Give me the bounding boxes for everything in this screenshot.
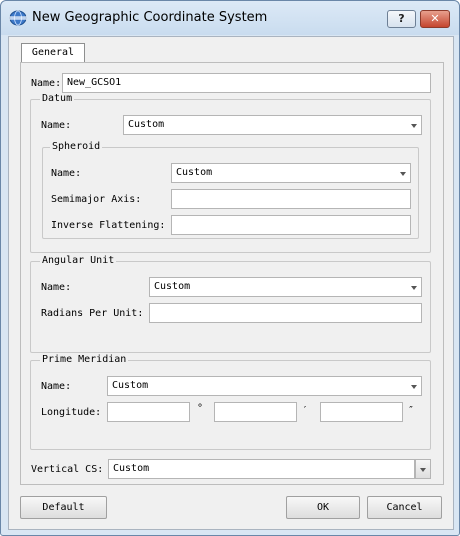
datum-name-value: Custom <box>128 119 165 130</box>
angular-unit-name-value: Custom <box>154 281 191 292</box>
radians-per-unit-input[interactable] <box>149 303 422 323</box>
degrees-symbol: ° <box>197 403 204 414</box>
angular-unit-group-title: Angular Unit <box>40 255 117 267</box>
semimajor-axis-label: Semimajor Axis: <box>51 194 142 205</box>
close-button[interactable]: ✕ <box>420 10 450 28</box>
radians-per-unit-label: Radians Per Unit: <box>41 308 144 319</box>
cancel-button[interactable]: Cancel <box>367 496 442 519</box>
spheroid-name-value: Custom <box>176 167 213 178</box>
longitude-seconds-input[interactable] <box>320 402 403 422</box>
prime-meridian-name-label: Name: <box>41 381 72 392</box>
vertical-cs-label: Vertical CS: <box>31 464 104 475</box>
longitude-label: Longitude: <box>41 407 102 418</box>
seconds-symbol: ″ <box>408 405 415 416</box>
default-button[interactable]: Default <box>20 496 107 519</box>
datum-group-title: Datum <box>40 93 75 105</box>
longitude-minutes-input[interactable] <box>214 402 297 422</box>
chevron-down-icon <box>420 468 426 472</box>
longitude-degrees-input[interactable] <box>107 402 190 422</box>
spheroid-name-label: Name: <box>51 168 82 179</box>
name-label: Name: <box>31 78 62 89</box>
window-title: New Geographic Coordinate System <box>32 10 268 25</box>
spheroid-group-title: Spheroid <box>50 141 103 153</box>
datum-name-label: Name: <box>41 120 72 131</box>
chevron-down-icon <box>411 286 417 290</box>
dialog-window: New Geographic Coordinate System ? ✕ Gen… <box>0 0 460 536</box>
chevron-down-icon <box>411 385 417 389</box>
angular-unit-name-select[interactable]: Custom <box>149 277 422 297</box>
angular-unit-name-label: Name: <box>41 282 72 293</box>
dialog-client: General Name: New_GCSO1 Datum Name: Cust… <box>8 36 454 530</box>
globe-app-icon <box>9 10 27 26</box>
semimajor-axis-input[interactable] <box>171 189 411 209</box>
vertical-cs-select[interactable]: Custom <box>108 459 415 479</box>
spheroid-name-select[interactable]: Custom <box>171 163 411 183</box>
chevron-down-icon <box>400 172 406 176</box>
help-button[interactable]: ? <box>387 10 416 28</box>
name-input[interactable]: New_GCSO1 <box>62 73 431 93</box>
ok-button[interactable]: OK <box>286 496 360 519</box>
tab-general[interactable]: General <box>21 43 85 63</box>
minutes-symbol: ′ <box>302 405 309 416</box>
prime-meridian-name-value: Custom <box>112 380 149 391</box>
prime-meridian-name-select[interactable]: Custom <box>107 376 422 396</box>
chevron-down-icon <box>411 124 417 128</box>
inverse-flattening-label: Inverse Flattening: <box>51 220 166 231</box>
prime-meridian-group-title: Prime Meridian <box>40 354 129 366</box>
vertical-cs-dropdown-button[interactable] <box>415 459 431 479</box>
title-bar[interactable]: New Geographic Coordinate System ? ✕ <box>1 1 459 35</box>
inverse-flattening-input[interactable] <box>171 215 411 235</box>
datum-name-select[interactable]: Custom <box>123 115 422 135</box>
